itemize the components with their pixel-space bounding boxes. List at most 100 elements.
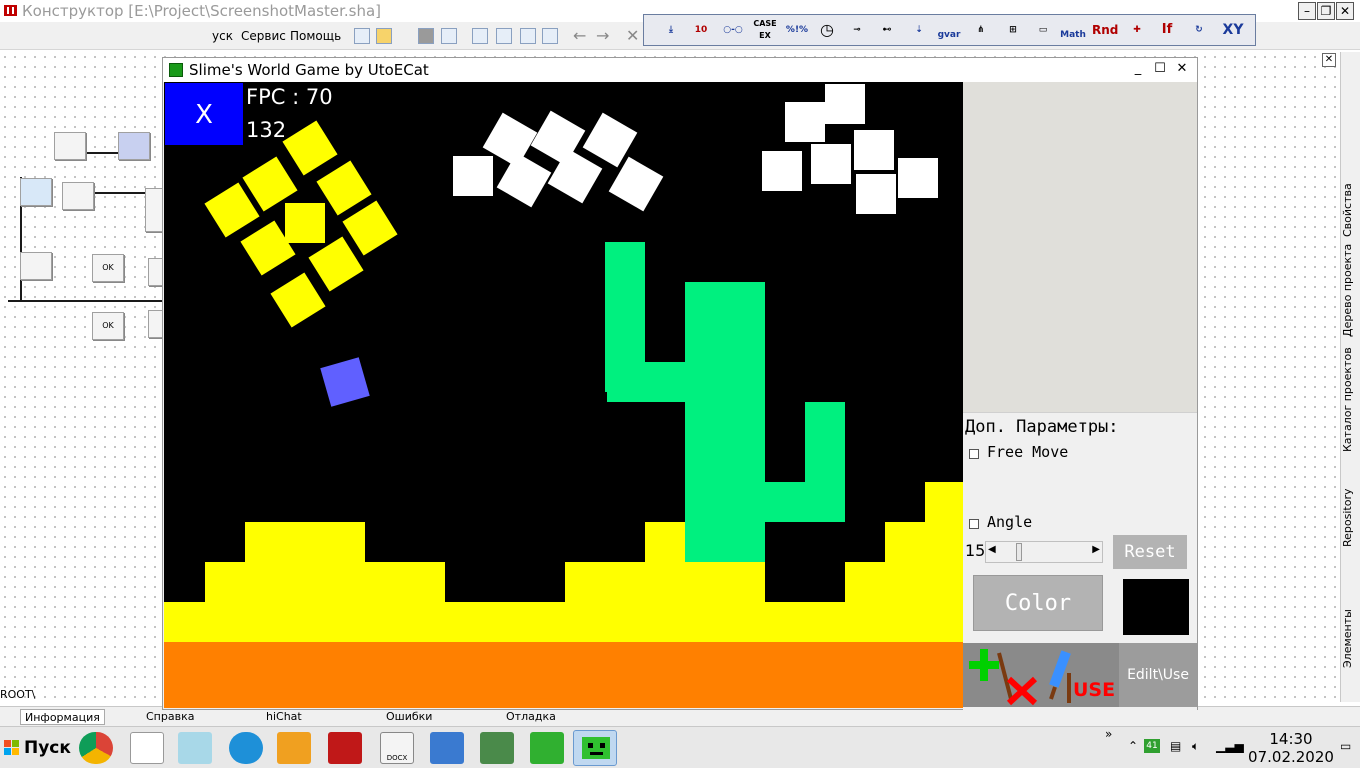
wire (8, 300, 163, 302)
select-icon[interactable] (496, 28, 512, 44)
link-icon[interactable]: ○-○ (720, 18, 746, 42)
slime-face-icon (582, 737, 610, 759)
format-icon[interactable]: %!% (784, 18, 810, 42)
counter-icon[interactable]: 10 (688, 18, 714, 42)
gem-node-icon[interactable] (118, 132, 150, 160)
case-icon[interactable]: CASE EX (752, 18, 778, 42)
docx-file-icon[interactable]: DOCX (380, 732, 414, 764)
color-button[interactable]: Color (973, 575, 1103, 631)
start-label: Пуск (24, 738, 71, 758)
menu-run[interactable]: уск (212, 29, 233, 43)
reset-button[interactable]: Reset (1113, 535, 1187, 569)
tab-help[interactable]: Справка (142, 709, 198, 725)
random-icon[interactable]: Rnd (1092, 18, 1118, 42)
network-icon[interactable]: ▁▃▅ (1216, 739, 1244, 753)
download-icon[interactable]: ⤓ (658, 18, 684, 42)
if-icon[interactable]: If (1154, 18, 1180, 42)
cloud-block (856, 174, 896, 214)
volume-icon[interactable]: 🔈︎ (1192, 739, 1199, 754)
store-icon[interactable] (430, 732, 464, 764)
expression-icon[interactable]: ✚ (1124, 18, 1150, 42)
timer-icon[interactable]: ◷ (814, 18, 840, 42)
add-remove-tool-icon[interactable] (963, 643, 1041, 707)
tab-errors[interactable]: Ошибки (382, 709, 436, 725)
list-node-icon[interactable] (145, 188, 163, 232)
cloud-block (854, 130, 894, 170)
timer-node-icon[interactable] (62, 182, 94, 210)
game-maximize-button[interactable]: ☐ (1151, 61, 1169, 79)
angle-slider[interactable]: ◀ ▶ (985, 541, 1103, 563)
canvas-close-icon[interactable]: ✕ (1322, 53, 1336, 67)
game-canvas[interactable]: X FPC : 70 132 (164, 82, 963, 708)
open-folder-icon[interactable] (376, 28, 392, 44)
tab-repository[interactable]: Repository (1341, 467, 1360, 548)
tree-icon[interactable]: ⋔ (968, 18, 994, 42)
edit-icon[interactable] (472, 28, 488, 44)
overflow-chevron-icon[interactable]: » (1105, 727, 1112, 741)
for-loop-icon[interactable]: ↻ (1186, 18, 1212, 42)
arrow-left-icon[interactable]: ← (573, 26, 586, 45)
tab-hichat-label: hiChat (266, 710, 302, 723)
structure-icon[interactable]: ⊞ (1000, 18, 1026, 42)
game-close-button[interactable]: ✕ (1173, 61, 1191, 79)
angle-value: 15 (965, 541, 986, 560)
merge-icon[interactable]: ⊷ (874, 18, 900, 42)
tab-elements[interactable]: Элементы (1341, 588, 1360, 668)
tools-node-icon[interactable] (20, 252, 52, 280)
timer-node-icon[interactable] (54, 132, 86, 160)
math-icon[interactable]: Math (1060, 18, 1086, 42)
clock-time[interactable]: 14:30 (1266, 730, 1316, 748)
ide-close-button[interactable]: ✕ (1336, 2, 1354, 20)
tab-project-catalog[interactable]: Каталог проектов (1341, 312, 1360, 452)
move-icon[interactable] (520, 28, 536, 44)
notebook-icon[interactable] (178, 732, 212, 764)
edge-icon[interactable] (229, 732, 263, 764)
ide-minimize-button[interactable]: – (1298, 2, 1316, 20)
stop-icon[interactable] (418, 28, 434, 44)
notification-icon[interactable]: ▭ (1340, 739, 1351, 753)
chrome-icon[interactable] (79, 732, 113, 764)
memory-app-icon[interactable] (530, 732, 564, 764)
ide-restore-button[interactable]: ❐ (1317, 2, 1335, 20)
frame-icon[interactable] (542, 28, 558, 44)
start-button[interactable]: Пуск (2, 733, 71, 763)
form-node-icon[interactable] (20, 178, 52, 206)
tray-clipboard-icon[interactable]: ▤ (1170, 739, 1181, 753)
tab-info[interactable]: Информация (20, 709, 105, 725)
arrow-right-icon[interactable]: → (596, 26, 609, 45)
tray-up-arrow-icon[interactable]: ⌃ (1128, 739, 1138, 753)
sand-block (885, 522, 963, 562)
free-move-checkbox[interactable] (969, 449, 979, 459)
new-file-icon[interactable] (354, 28, 370, 44)
tools-row: USE Edilt\Use (963, 643, 1197, 707)
menu-service[interactable]: Сервис (241, 29, 286, 43)
button-node[interactable]: OK (92, 312, 124, 340)
close-x-label: X (195, 100, 213, 130)
tray-badge[interactable]: 41 (1144, 739, 1160, 753)
hint-icon[interactable]: ▭ (1030, 18, 1056, 42)
button-node[interactable]: OK (92, 254, 124, 282)
tab-debug[interactable]: Отладка (502, 709, 560, 725)
media-player-icon[interactable] (277, 732, 311, 764)
slider-thumb[interactable] (1016, 543, 1022, 561)
save-icon[interactable] (441, 28, 457, 44)
game-minimize-button[interactable]: _ (1129, 61, 1147, 79)
clock-date[interactable]: 07.02.2020 (1248, 748, 1334, 766)
game-title-bar[interactable]: Slime's World Game by UtoECat _ ☐ ✕ (163, 58, 1197, 82)
memory-icon[interactable]: ⇣ (906, 18, 932, 42)
slider-left-arrow-icon[interactable]: ◀ (988, 544, 996, 555)
slime-game-task-icon[interactable] (573, 730, 617, 766)
angle-checkbox[interactable] (969, 519, 979, 529)
menu-help[interactable]: Помощь (290, 29, 341, 43)
split-icon[interactable]: ⊸ (844, 18, 870, 42)
edit-use-toggle[interactable]: Edilt\Use (1119, 643, 1197, 707)
element-toolbar: ⤓ 10 ○-○ CASE EX %!% ◷ ⊸ ⊷ ⇣ gvar ⋔ ⊞ ▭ … (643, 14, 1256, 46)
slider-right-arrow-icon[interactable]: ▶ (1092, 544, 1100, 555)
gvar-icon[interactable]: gvar (936, 18, 962, 42)
notepad-icon[interactable] (130, 732, 164, 764)
device-manager-icon[interactable] (480, 732, 514, 764)
tab-hichat[interactable]: hiChat (262, 709, 306, 725)
hiasm-icon[interactable] (328, 732, 362, 764)
xy-icon[interactable]: XY (1220, 18, 1246, 42)
delete-icon[interactable]: ✕ (626, 26, 639, 45)
